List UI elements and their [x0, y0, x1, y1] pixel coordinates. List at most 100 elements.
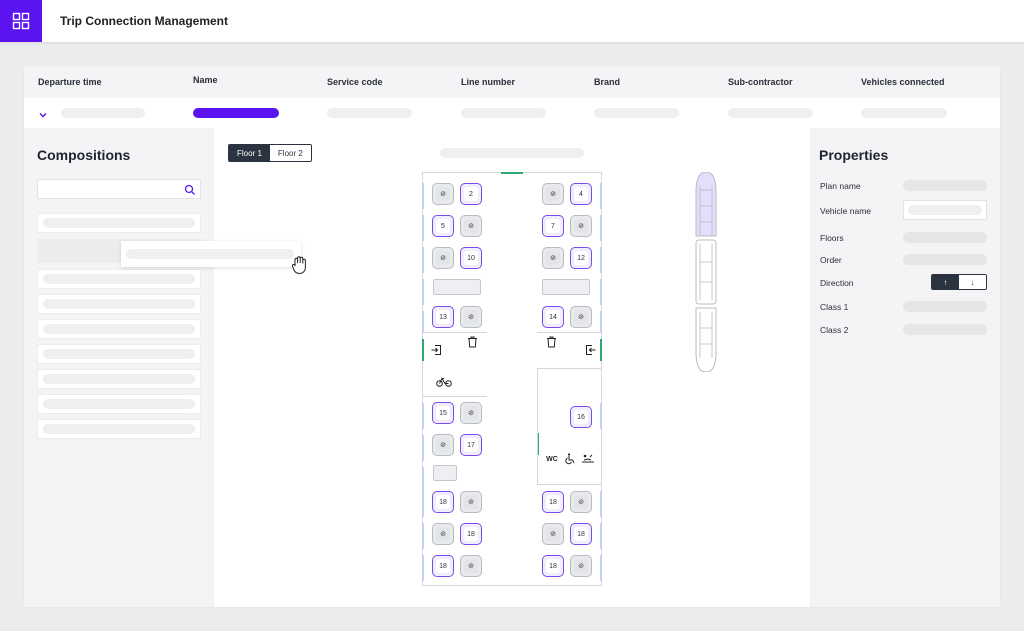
vehicle-name-input[interactable] — [903, 200, 987, 220]
seat[interactable]: 17 — [460, 434, 482, 456]
list-item[interactable] — [37, 319, 201, 339]
seat-blocked[interactable]: ⊘ — [570, 215, 592, 237]
wheelchair-icon — [563, 452, 577, 466]
seat-blocked[interactable]: ⊘ — [542, 247, 564, 269]
enter-door-icon[interactable] — [429, 343, 443, 357]
seat-blocked[interactable]: ⊘ — [432, 247, 454, 269]
door-right — [600, 339, 602, 361]
tab-floor-2[interactable]: Floor 2 — [269, 145, 311, 161]
seat[interactable]: 13 — [432, 306, 454, 328]
seat-blocked[interactable]: ⊘ — [542, 183, 564, 205]
seat[interactable]: 18 — [432, 491, 454, 513]
list-item[interactable] — [37, 369, 201, 389]
placeholder-brand — [594, 108, 679, 118]
seat[interactable]: 18 — [542, 555, 564, 577]
seat-blocked[interactable]: ⊘ — [460, 555, 482, 577]
baby-change-icon — [580, 452, 596, 466]
label-direction: Direction — [820, 278, 854, 288]
seat[interactable]: 18 — [570, 523, 592, 545]
properties-title: Properties — [819, 147, 889, 163]
column-departure-time: Departure time — [38, 77, 102, 87]
placeholder-name-selected — [193, 108, 279, 118]
label-order: Order — [820, 255, 842, 265]
exit-door-icon[interactable] — [584, 343, 598, 357]
list-item[interactable] — [37, 294, 201, 314]
table[interactable] — [542, 279, 590, 295]
seat-blocked[interactable]: ⊘ — [460, 402, 482, 424]
placeholder-sub-contractor — [728, 108, 813, 118]
grid-icon[interactable] — [0, 0, 42, 42]
list-item[interactable] — [37, 419, 201, 439]
plan-title-placeholder — [440, 148, 584, 158]
seat-blocked[interactable]: ⊘ — [460, 306, 482, 328]
tab-floor-1[interactable]: Floor 1 — [229, 145, 270, 161]
table-header: Departure time Name Service code Line nu… — [24, 66, 1000, 98]
table[interactable] — [433, 465, 457, 481]
search-icon[interactable] — [184, 183, 196, 201]
seat[interactable]: 18 — [460, 523, 482, 545]
train-thumbnail[interactable] — [694, 171, 718, 373]
list-item[interactable] — [37, 269, 201, 289]
value-class-2 — [903, 324, 987, 335]
seat[interactable]: 18 — [542, 491, 564, 513]
direction-toggle: ↑ ↓ — [931, 274, 987, 290]
seat[interactable]: 4 — [570, 183, 592, 205]
placeholder-line-number — [461, 108, 546, 118]
label-floors: Floors — [820, 233, 844, 243]
door-left — [422, 339, 424, 361]
table-row[interactable] — [24, 98, 1000, 128]
seat[interactable]: 18 — [432, 555, 454, 577]
table[interactable] — [433, 279, 481, 295]
label-class-1: Class 1 — [820, 302, 849, 312]
placeholder-departure-time — [61, 108, 145, 118]
compositions-search-input[interactable] — [37, 179, 201, 199]
label-class-2: Class 2 — [820, 325, 849, 335]
label-plan-name: Plan name — [820, 181, 861, 191]
list-item[interactable] — [37, 213, 201, 233]
trash-icon[interactable] — [544, 335, 558, 349]
seat[interactable]: 14 — [542, 306, 564, 328]
grab-hand-cursor-icon — [289, 254, 311, 281]
seat[interactable]: 12 — [570, 247, 592, 269]
app-title: Trip Connection Management — [60, 14, 229, 28]
top-door — [501, 172, 523, 174]
value-class-1 — [903, 301, 987, 312]
seat-blocked[interactable]: ⊘ — [460, 215, 482, 237]
seat-blocked[interactable]: ⊘ — [570, 491, 592, 513]
seat[interactable]: 5 — [432, 215, 454, 237]
list-item[interactable] — [37, 344, 201, 364]
properties-panel: Properties Plan name Vehicle name Floors… — [810, 128, 1000, 607]
bicycle-icon[interactable] — [435, 376, 453, 388]
compositions-title: Compositions — [37, 147, 131, 163]
column-sub-contractor: Sub-contractor — [728, 77, 793, 87]
column-brand: Brand — [594, 77, 621, 87]
seat-blocked[interactable]: ⊘ — [570, 306, 592, 328]
direction-up-button[interactable]: ↑ — [932, 275, 959, 289]
column-name: Name — [193, 75, 218, 85]
seat-blocked[interactable]: ⊘ — [570, 555, 592, 577]
trash-icon[interactable] — [465, 335, 479, 349]
seat[interactable]: 10 — [460, 247, 482, 269]
column-vehicles-connected: Vehicles connected — [861, 77, 945, 87]
value-order — [903, 254, 987, 265]
seat-blocked[interactable]: ⊘ — [460, 491, 482, 513]
list-item[interactable] — [37, 394, 201, 414]
column-line-number: Line number — [461, 77, 516, 87]
placeholder-vehicles-connected — [861, 108, 947, 118]
value-plan-name — [903, 180, 987, 191]
seat[interactable]: 7 — [542, 215, 564, 237]
seat-blocked[interactable]: ⊘ — [432, 183, 454, 205]
direction-down-button[interactable]: ↓ — [959, 275, 986, 289]
seat[interactable]: 15 — [432, 402, 454, 424]
label-vehicle-name: Vehicle name — [820, 206, 872, 216]
seat-blocked[interactable]: ⊘ — [432, 434, 454, 456]
floor-tabs: Floor 1 Floor 2 — [228, 144, 312, 162]
seat[interactable]: 2 — [460, 183, 482, 205]
seat-blocked[interactable]: ⊘ — [432, 523, 454, 545]
app-bar: Trip Connection Management — [0, 0, 1024, 42]
seat[interactable]: 16 — [570, 406, 592, 428]
value-floors — [903, 232, 987, 243]
chevron-down-icon[interactable] — [38, 107, 48, 125]
seat-blocked[interactable]: ⊘ — [542, 523, 564, 545]
dragged-composition[interactable] — [121, 241, 301, 267]
